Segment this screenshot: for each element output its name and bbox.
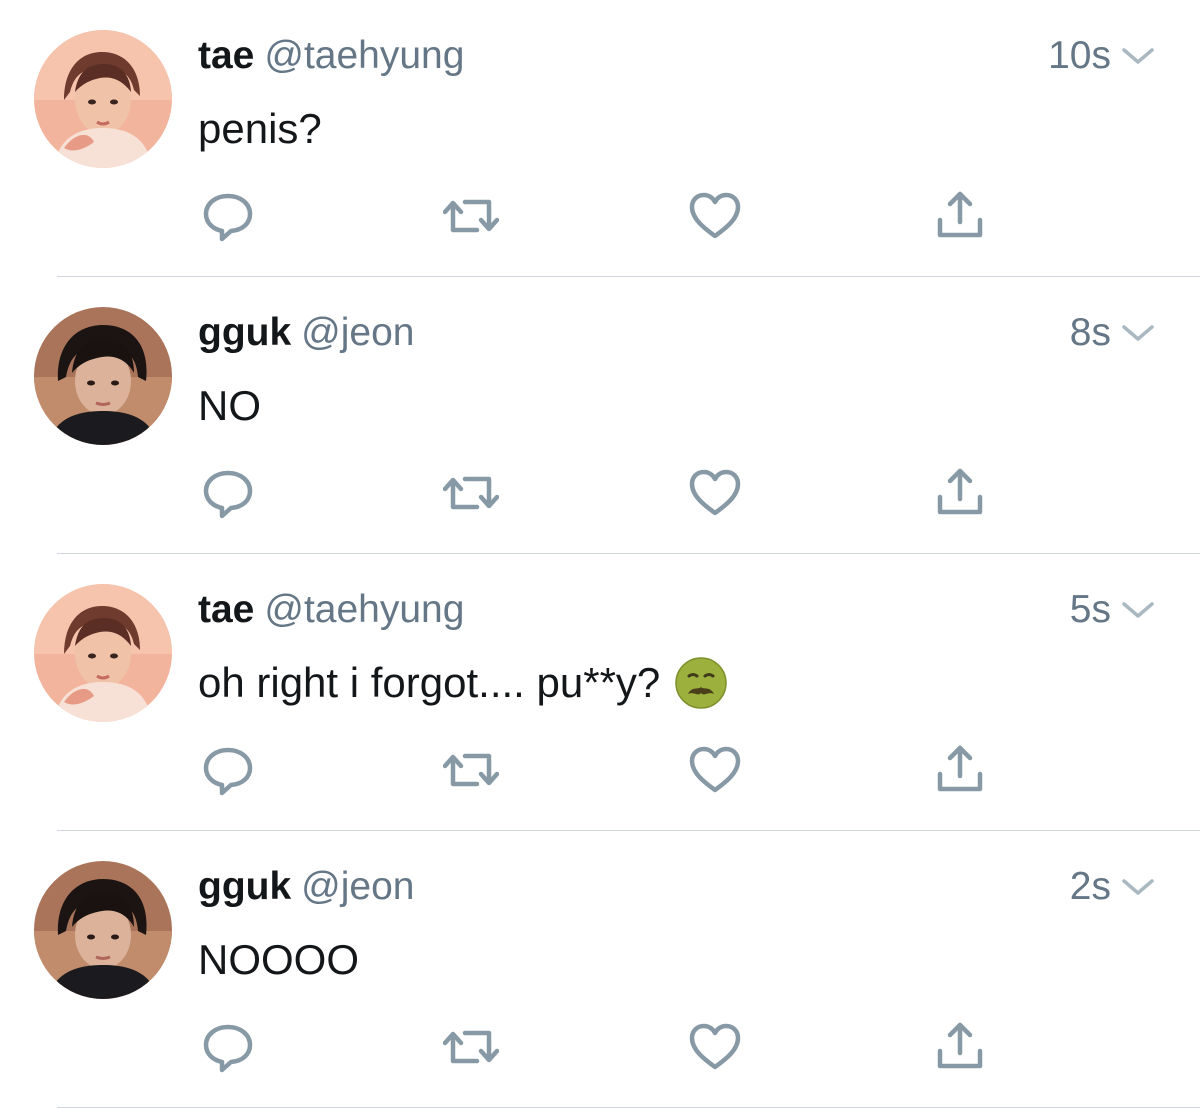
reply-icon <box>200 1021 256 1073</box>
tweet-meta: 8s <box>1070 309 1155 357</box>
like-icon <box>687 190 743 242</box>
share-button[interactable] <box>932 744 988 796</box>
tweet-text: NO <box>198 382 261 429</box>
user-handle[interactable]: @taehyung <box>264 34 464 77</box>
display-name[interactable]: tae <box>198 34 254 77</box>
share-button[interactable] <box>932 467 988 519</box>
tweet-text: NOOOO <box>198 936 360 983</box>
avatar-gguk[interactable] <box>34 307 172 445</box>
tweet-text: penis? <box>198 105 322 152</box>
tweet-meta: 5s <box>1070 586 1155 634</box>
tweet-text: oh right i forgot.... pu**y? <box>198 659 661 706</box>
like-button[interactable] <box>687 744 743 796</box>
retweet-icon <box>443 467 499 519</box>
tweet-text-container: NO <box>198 377 261 435</box>
share-button[interactable] <box>932 1021 988 1073</box>
avatar-tae[interactable] <box>34 30 172 168</box>
tweet-item[interactable]: tae @taehyung 5s oh right i forgot.... pu… <box>0 554 1200 831</box>
timestamp: 2s <box>1069 865 1111 908</box>
reply-button[interactable] <box>200 467 256 519</box>
avatar-tae[interactable] <box>34 584 172 722</box>
like-icon <box>687 467 743 519</box>
chevron-down-icon[interactable] <box>1121 600 1155 620</box>
like-button[interactable] <box>687 1021 743 1073</box>
tweet-meta: 2s <box>1070 863 1155 911</box>
tweet-header: gguk @jeon <box>198 863 415 911</box>
nauseated-face-icon <box>674 656 728 710</box>
share-icon <box>932 744 988 796</box>
reply-icon <box>200 467 256 519</box>
timestamp: 10s <box>1048 34 1111 77</box>
user-handle[interactable]: @jeon <box>301 865 414 908</box>
share-icon <box>932 467 988 519</box>
share-button[interactable] <box>932 190 988 242</box>
reply-button[interactable] <box>200 1021 256 1073</box>
retweet-button[interactable] <box>443 467 499 519</box>
like-button[interactable] <box>687 467 743 519</box>
like-button[interactable] <box>687 190 743 242</box>
tweet-meta: 10s <box>1048 32 1155 80</box>
share-icon <box>932 1021 988 1073</box>
reply-icon <box>200 190 256 242</box>
avatar-gguk[interactable] <box>34 861 172 999</box>
like-icon <box>687 744 743 796</box>
tweet-header: gguk @jeon <box>198 309 415 357</box>
retweet-button[interactable] <box>443 744 499 796</box>
retweet-button[interactable] <box>443 190 499 242</box>
reply-button[interactable] <box>200 744 256 796</box>
user-handle[interactable]: @taehyung <box>264 588 464 631</box>
retweet-icon <box>443 190 499 242</box>
tweet-item[interactable]: gguk @jeon 8s NO <box>0 277 1200 554</box>
retweet-icon <box>443 744 499 796</box>
chevron-down-icon[interactable] <box>1121 877 1155 897</box>
chevron-down-icon[interactable] <box>1121 46 1155 66</box>
like-icon <box>687 1021 743 1073</box>
tweet-text-container: penis? <box>198 100 322 158</box>
tweet-header: tae @taehyung <box>198 586 464 634</box>
user-handle[interactable]: @jeon <box>301 311 414 354</box>
share-icon <box>932 190 988 242</box>
tweet-text-container: oh right i forgot.... pu**y? <box>198 654 728 712</box>
display-name[interactable]: gguk <box>198 311 291 354</box>
timestamp: 5s <box>1069 588 1111 631</box>
tweet-item[interactable]: gguk @jeon 2s NOOOO <box>0 831 1200 1108</box>
tweet-header: tae @taehyung <box>198 32 464 80</box>
reply-button[interactable] <box>200 190 256 242</box>
chevron-down-icon[interactable] <box>1121 323 1155 343</box>
display-name[interactable]: gguk <box>198 865 291 908</box>
display-name[interactable]: tae <box>198 588 254 631</box>
retweet-button[interactable] <box>443 1021 499 1073</box>
retweet-icon <box>443 1021 499 1073</box>
tweet-item[interactable]: tae @taehyung 10s penis? <box>0 0 1200 277</box>
tweet-text-container: NOOOO <box>198 931 359 989</box>
reply-icon <box>200 744 256 796</box>
timestamp: 8s <box>1069 311 1111 354</box>
